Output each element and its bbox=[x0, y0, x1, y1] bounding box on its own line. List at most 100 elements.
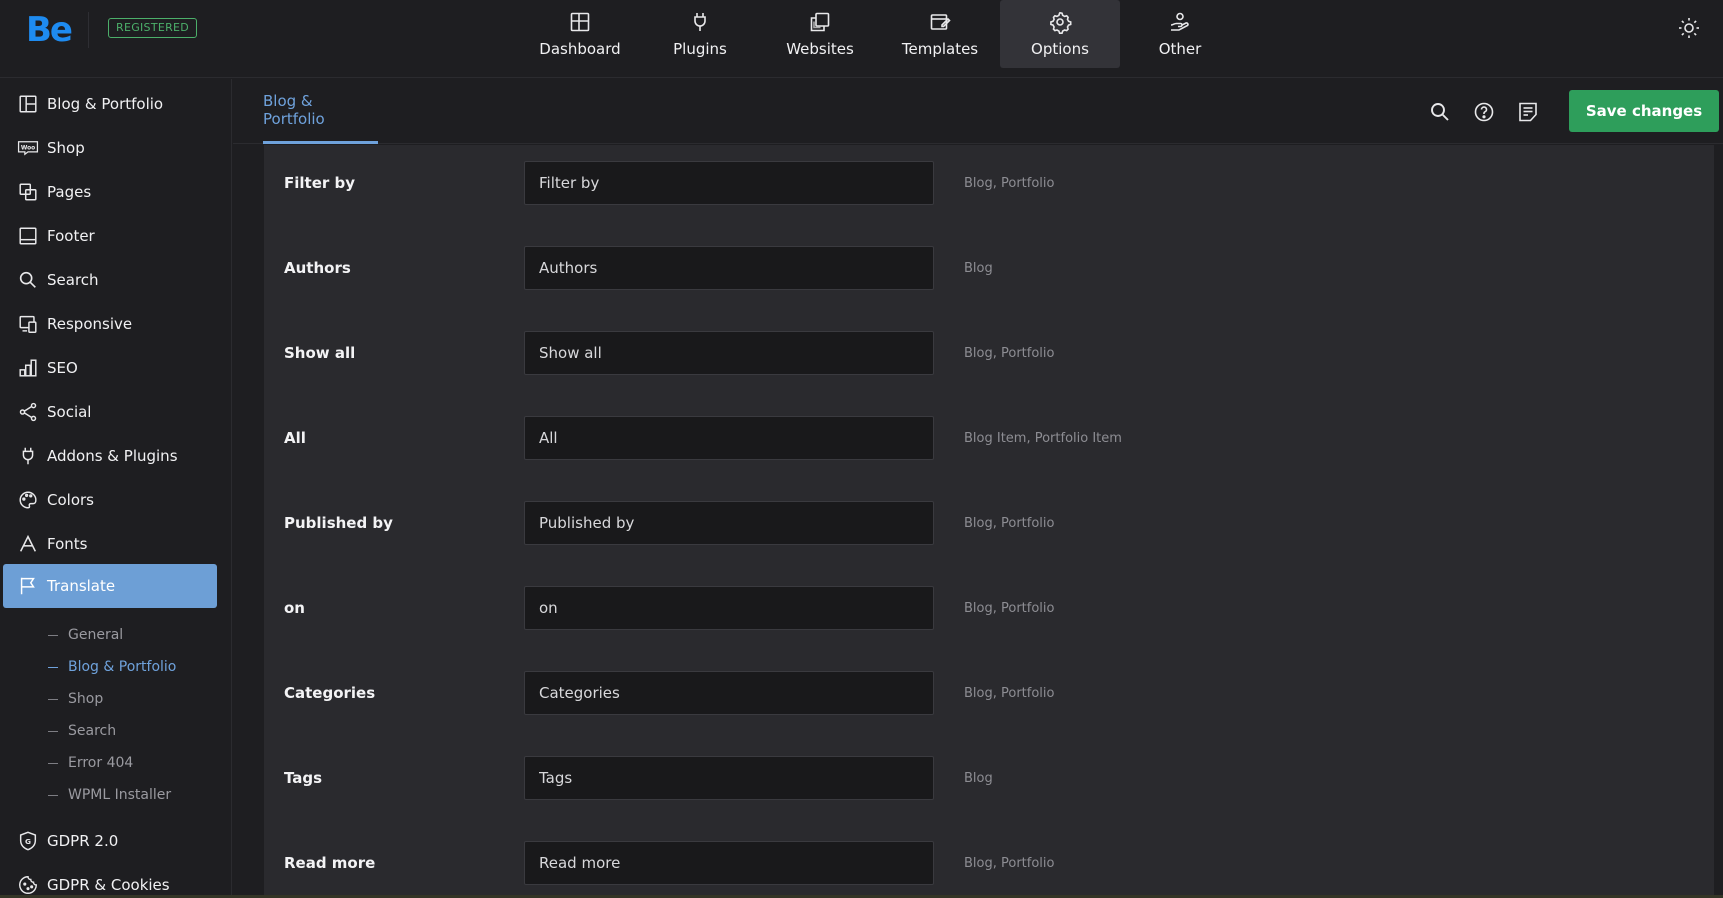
dash-marker bbox=[48, 666, 58, 668]
subnav-blog-portfolio[interactable]: Blog & Portfolio bbox=[48, 655, 176, 679]
dash-marker bbox=[48, 762, 58, 764]
sidebar-item-responsive[interactable]: Responsive bbox=[3, 303, 217, 345]
plug-icon bbox=[22, 447, 34, 465]
topnav-options[interactable]: Options bbox=[1000, 0, 1120, 68]
field-label: Show all bbox=[284, 344, 356, 362]
footer-icon bbox=[19, 227, 37, 245]
field-hint: Blog, Portfolio bbox=[964, 345, 1055, 361]
subnav-wpml-installer[interactable]: WPML Installer bbox=[48, 783, 171, 807]
be-logo[interactable]: Be bbox=[26, 10, 73, 50]
all-input[interactable] bbox=[524, 416, 934, 460]
svg-text:Woo: Woo bbox=[21, 146, 35, 152]
authors-input[interactable] bbox=[524, 246, 934, 290]
sidebar-item-fonts[interactable]: Fonts bbox=[3, 523, 217, 565]
subnav-shop[interactable]: Shop bbox=[48, 687, 103, 711]
read-more-input[interactable] bbox=[524, 841, 934, 885]
notes-icon[interactable] bbox=[1516, 100, 1540, 124]
pages-icon bbox=[19, 183, 37, 201]
sun-icon[interactable] bbox=[1677, 16, 1701, 40]
topnav-other[interactable]: Other bbox=[1120, 0, 1240, 68]
cookie-icon bbox=[19, 876, 37, 894]
sidebar-item-social[interactable]: Social bbox=[3, 391, 217, 433]
field-hint: Blog, Portfolio bbox=[964, 855, 1055, 871]
categories-input[interactable] bbox=[524, 671, 934, 715]
topnav-dashboard[interactable]: Dashboard bbox=[520, 0, 640, 68]
field-label: on bbox=[284, 599, 305, 617]
topnav-templates[interactable]: Templates bbox=[880, 0, 1000, 68]
save-changes-button[interactable]: Save changes bbox=[1569, 90, 1719, 132]
field-hint: Blog bbox=[964, 260, 993, 276]
sidebar-item-label: SEO bbox=[47, 359, 78, 377]
subnav-label: Blog & Portfolio bbox=[68, 659, 177, 675]
filter-by-input[interactable] bbox=[524, 161, 934, 205]
field-row-read-more: Read more Blog, Portfolio bbox=[264, 841, 1714, 898]
sidebar-item-translate[interactable]: Translate bbox=[3, 564, 217, 608]
sidebar-item-gdpr[interactable]: G GDPR 2.0 bbox=[3, 820, 217, 862]
sidebar-item-blog-portfolio[interactable]: Blog & Portfolio bbox=[3, 83, 217, 125]
sidebar-item-footer[interactable]: Footer bbox=[3, 215, 217, 257]
palette-icon bbox=[19, 491, 37, 509]
subnav-general[interactable]: General bbox=[48, 623, 123, 647]
sidebar-item-shop[interactable]: Woo Shop bbox=[3, 127, 217, 169]
topnav-label: Other bbox=[1158, 40, 1202, 58]
translate-form-panel: Filter by Blog, Portfolio Authors Blog S… bbox=[264, 145, 1714, 898]
subnav-label: WPML Installer bbox=[68, 787, 172, 803]
websites-icon bbox=[810, 12, 830, 32]
help-icon[interactable] bbox=[1472, 100, 1496, 124]
flag-icon bbox=[20, 577, 35, 595]
topnav-websites[interactable]: Websites bbox=[760, 0, 880, 68]
search-icon[interactable] bbox=[1428, 100, 1452, 124]
gdpr-shield-icon: G bbox=[19, 831, 37, 851]
sidebar-item-gdpr-cookies[interactable]: GDPR & Cookies bbox=[3, 864, 217, 898]
sidebar-item-label: Shop bbox=[47, 139, 85, 157]
field-label: Read more bbox=[284, 854, 376, 872]
registered-badge: REGISTERED bbox=[108, 18, 198, 38]
published-by-input[interactable] bbox=[524, 501, 934, 545]
field-row-published-by: Published by Blog, Portfolio bbox=[264, 501, 1714, 586]
sidebar-item-label: Blog & Portfolio bbox=[47, 95, 164, 113]
sidebar-item-label: GDPR & Cookies bbox=[47, 876, 170, 894]
sidebar-item-label: Addons & Plugins bbox=[47, 447, 178, 465]
tags-input[interactable] bbox=[524, 756, 934, 800]
sidebar-item-label: Pages bbox=[47, 183, 92, 201]
sidebar-item-label: Responsive bbox=[47, 315, 133, 333]
subnav-label: Error 404 bbox=[68, 755, 134, 771]
topnav-label: Options bbox=[1031, 40, 1089, 58]
gear-icon bbox=[1050, 11, 1072, 34]
seo-chart-icon bbox=[19, 359, 37, 377]
sidebar-item-addons-plugins[interactable]: Addons & Plugins bbox=[3, 435, 217, 477]
field-hint: Blog, Portfolio bbox=[964, 515, 1055, 531]
field-hint: Blog, Portfolio bbox=[964, 175, 1055, 191]
topnav-label: Templates bbox=[901, 40, 979, 58]
field-row-authors: Authors Blog bbox=[264, 246, 1714, 331]
field-label: Published by bbox=[284, 514, 393, 532]
svg-text:G: G bbox=[25, 837, 31, 846]
field-hint: Blog, Portfolio bbox=[964, 600, 1055, 616]
field-label: Categories bbox=[284, 684, 376, 702]
topnav-label: Plugins bbox=[673, 40, 727, 58]
on-input[interactable] bbox=[524, 586, 934, 630]
dash-marker bbox=[48, 794, 58, 796]
field-label: Filter by bbox=[284, 174, 356, 192]
sidebar-item-search[interactable]: Search bbox=[3, 259, 217, 301]
field-row-on: on Blog, Portfolio bbox=[264, 586, 1714, 671]
field-row-tags: Tags Blog bbox=[264, 756, 1714, 841]
subnav-error-404[interactable]: Error 404 bbox=[48, 751, 133, 775]
layout-icon bbox=[19, 95, 37, 113]
show-all-input[interactable] bbox=[524, 331, 934, 375]
topnav-plugins[interactable]: Plugins bbox=[640, 0, 760, 68]
top-bar: Be REGISTERED Dashboard Plugins Websites… bbox=[0, 0, 1723, 78]
responsive-icon bbox=[19, 315, 37, 333]
sidebar-item-seo[interactable]: SEO bbox=[3, 347, 217, 389]
sidebar-item-pages[interactable]: Pages bbox=[3, 171, 217, 213]
subnav-search[interactable]: Search bbox=[48, 719, 116, 743]
content-header: Blog & Portfolio Save changes bbox=[233, 79, 1723, 144]
field-hint: Blog bbox=[964, 770, 993, 786]
font-icon bbox=[19, 534, 37, 552]
dashboard-icon bbox=[570, 12, 590, 32]
sidebar-item-label: GDPR 2.0 bbox=[47, 832, 119, 850]
top-navigation: Dashboard Plugins Websites Templates Opt… bbox=[520, 0, 1240, 68]
field-row-filter-by: Filter by Blog, Portfolio bbox=[264, 161, 1714, 246]
sidebar-item-colors[interactable]: Colors bbox=[3, 479, 217, 521]
tab-blog-portfolio[interactable]: Blog & Portfolio bbox=[263, 79, 378, 144]
